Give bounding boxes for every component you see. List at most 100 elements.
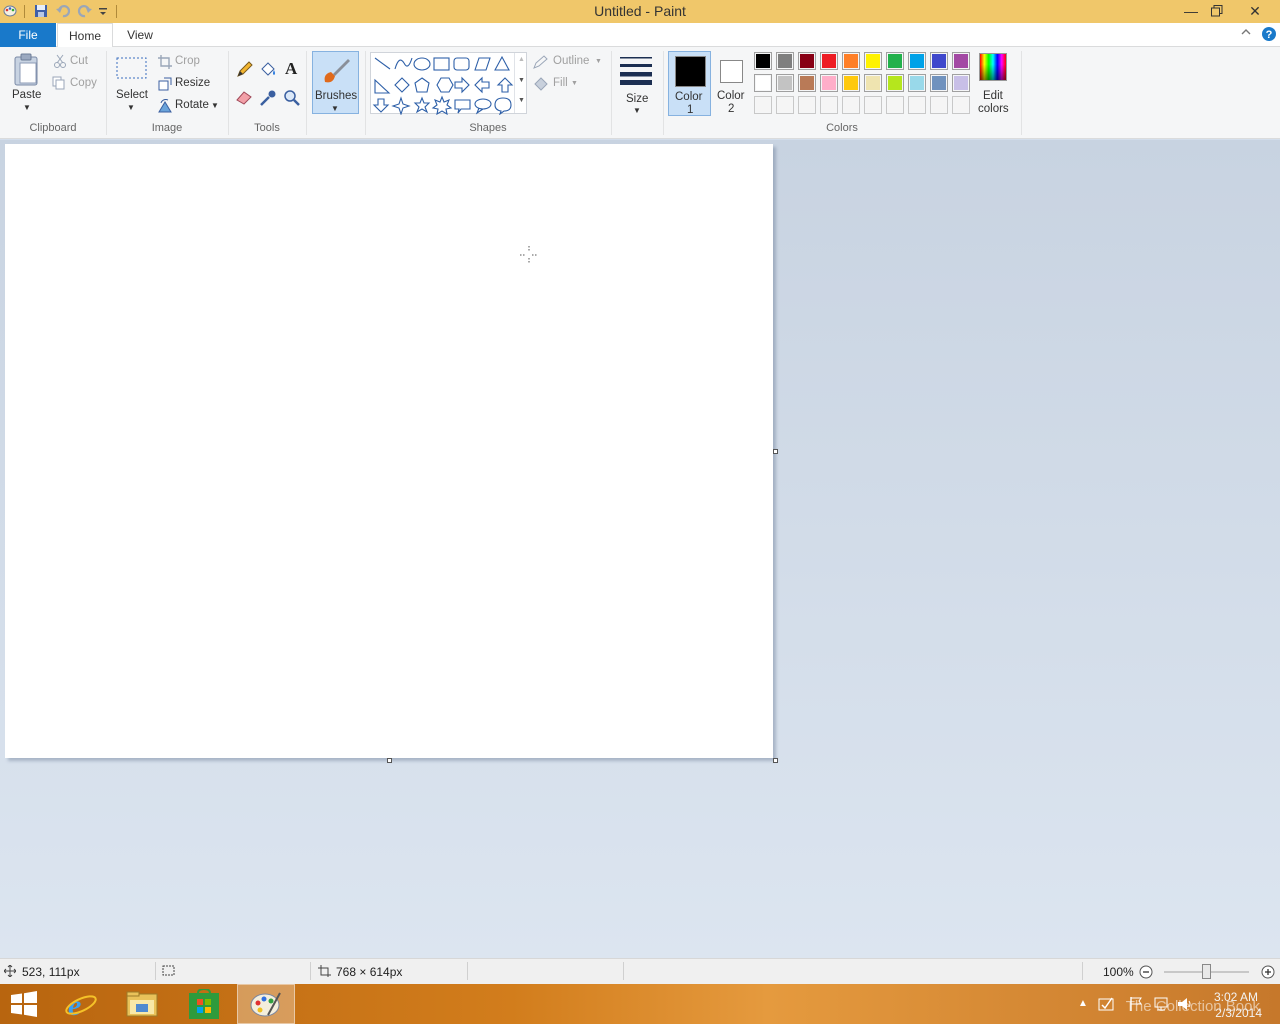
palette-swatch[interactable] [776, 96, 794, 114]
palette-swatch[interactable] [798, 52, 816, 70]
color2-button[interactable]: Color 2 [713, 51, 750, 116]
clock-date[interactable]: 2/3/2014 [1200, 1006, 1262, 1020]
palette-swatch[interactable] [952, 52, 970, 70]
store-icon [189, 989, 219, 1019]
palette-swatch[interactable] [864, 96, 882, 114]
shapes-scroll-up-icon[interactable]: ▲ [518, 56, 525, 63]
shapes-gallery[interactable] [370, 52, 527, 115]
palette-swatch[interactable] [754, 74, 772, 92]
zoom-slider-thumb[interactable] [1202, 964, 1211, 979]
zoom-in-button[interactable] [1261, 965, 1275, 982]
palette-swatch[interactable] [864, 74, 882, 92]
palette-swatch[interactable] [754, 52, 772, 70]
action-center-icon[interactable] [1098, 996, 1116, 1015]
outline-dropdown-icon[interactable]: ▼ [595, 58, 602, 65]
cut-icon [53, 54, 67, 71]
palette-swatch[interactable] [908, 74, 926, 92]
drawing-canvas[interactable] [5, 144, 773, 758]
palette-swatch[interactable] [842, 96, 860, 114]
restore-button[interactable] [1204, 0, 1230, 22]
network-icon[interactable] [1153, 996, 1169, 1015]
zoom-out-button[interactable] [1139, 965, 1153, 982]
minimize-button[interactable]: — [1178, 0, 1204, 22]
size-dropdown-icon: ▼ [633, 106, 641, 115]
palette-swatch[interactable] [886, 74, 904, 92]
color2-number: 2 [728, 103, 735, 115]
text-tool-icon[interactable]: A [283, 59, 301, 80]
eraser-icon[interactable] [235, 89, 253, 108]
palette-swatch[interactable] [930, 96, 948, 114]
color1-swatch [675, 56, 706, 87]
flag-icon[interactable] [1128, 996, 1144, 1015]
rotate-dropdown-icon[interactable]: ▼ [211, 101, 219, 110]
paste-dropdown-icon[interactable]: ▼ [23, 103, 31, 112]
rotate-button[interactable]: Rotate [175, 99, 209, 111]
palette-swatch[interactable] [820, 52, 838, 70]
fill-dropdown-icon[interactable]: ▼ [571, 80, 578, 87]
shapes-scroll[interactable]: ▲ ▼ ▼ [514, 53, 527, 113]
magnifier-icon[interactable] [283, 89, 301, 110]
paste-label[interactable]: Paste [12, 89, 41, 101]
help-icon[interactable]: ? [1261, 26, 1277, 45]
palette-swatch[interactable] [952, 74, 970, 92]
folder-icon [126, 991, 158, 1017]
color1-button[interactable]: Color 1 [668, 51, 711, 116]
palette-swatch[interactable] [864, 52, 882, 70]
pencil-icon[interactable] [235, 61, 253, 82]
palette-swatch[interactable] [886, 52, 904, 70]
tab-file[interactable]: File [0, 23, 56, 47]
volume-icon[interactable] [1177, 996, 1193, 1015]
svg-text:?: ? [1266, 29, 1273, 41]
outline-button[interactable]: Outline [553, 55, 589, 67]
resize-handle-corner[interactable] [773, 758, 778, 763]
svg-text:A: A [285, 59, 298, 77]
color2-label: Color [717, 90, 745, 102]
tab-home[interactable]: Home [57, 23, 113, 48]
size-button[interactable]: Size ▼ [617, 51, 657, 115]
shapes-scroll-down-icon[interactable]: ▼ [518, 77, 525, 84]
resize-handle-right[interactable] [773, 449, 778, 454]
select-button[interactable]: Select [116, 89, 148, 101]
palette-swatch[interactable] [776, 52, 794, 70]
palette-swatch[interactable] [798, 96, 816, 114]
file-explorer-taskbar-button[interactable] [113, 984, 171, 1024]
size-label: Size [626, 93, 649, 105]
palette-swatch[interactable] [908, 52, 926, 70]
internet-explorer-taskbar-button[interactable]: e [52, 984, 110, 1024]
palette-swatch[interactable] [930, 74, 948, 92]
palette-swatch[interactable] [842, 52, 860, 70]
resize-handle-bottom[interactable] [387, 758, 392, 763]
close-button[interactable]: ✕ [1241, 0, 1269, 22]
show-hidden-icons-icon[interactable]: ▲ [1078, 998, 1088, 1009]
start-button[interactable] [0, 984, 50, 1024]
palette-swatch[interactable] [754, 96, 772, 114]
palette-swatch[interactable] [886, 96, 904, 114]
store-taskbar-button[interactable] [175, 984, 233, 1024]
resize-button[interactable]: Resize [175, 77, 210, 89]
collapse-ribbon-icon[interactable] [1240, 26, 1252, 41]
edit-colors-button[interactable]: Edit colors [975, 51, 1013, 116]
paste-button[interactable] [11, 53, 43, 90]
palette-swatch[interactable] [820, 74, 838, 92]
palette-swatch[interactable] [820, 96, 838, 114]
palette-swatch[interactable] [776, 74, 794, 92]
select-icon[interactable] [116, 55, 148, 84]
color-picker-icon[interactable] [259, 89, 277, 110]
palette-swatch[interactable] [952, 96, 970, 114]
tab-view[interactable]: View [118, 23, 162, 48]
palette-swatch[interactable] [798, 74, 816, 92]
clock-time[interactable]: 3:02 AM [1200, 990, 1258, 1004]
select-dropdown-icon[interactable]: ▼ [127, 103, 135, 112]
copy-button[interactable]: Copy [70, 77, 97, 89]
brushes-button[interactable]: Brushes ▼ [312, 51, 359, 114]
palette-swatch[interactable] [842, 74, 860, 92]
shapes-expand-icon[interactable]: ▼ [518, 97, 525, 104]
fill-bucket-icon[interactable] [259, 61, 277, 82]
palette-swatch[interactable] [930, 52, 948, 70]
palette-swatch[interactable] [908, 96, 926, 114]
cut-button[interactable]: Cut [70, 55, 88, 67]
fill-button[interactable]: Fill [553, 77, 568, 89]
crop-button[interactable]: Crop [175, 55, 200, 67]
resize-icon [158, 77, 172, 94]
paint-taskbar-button[interactable] [237, 984, 295, 1024]
